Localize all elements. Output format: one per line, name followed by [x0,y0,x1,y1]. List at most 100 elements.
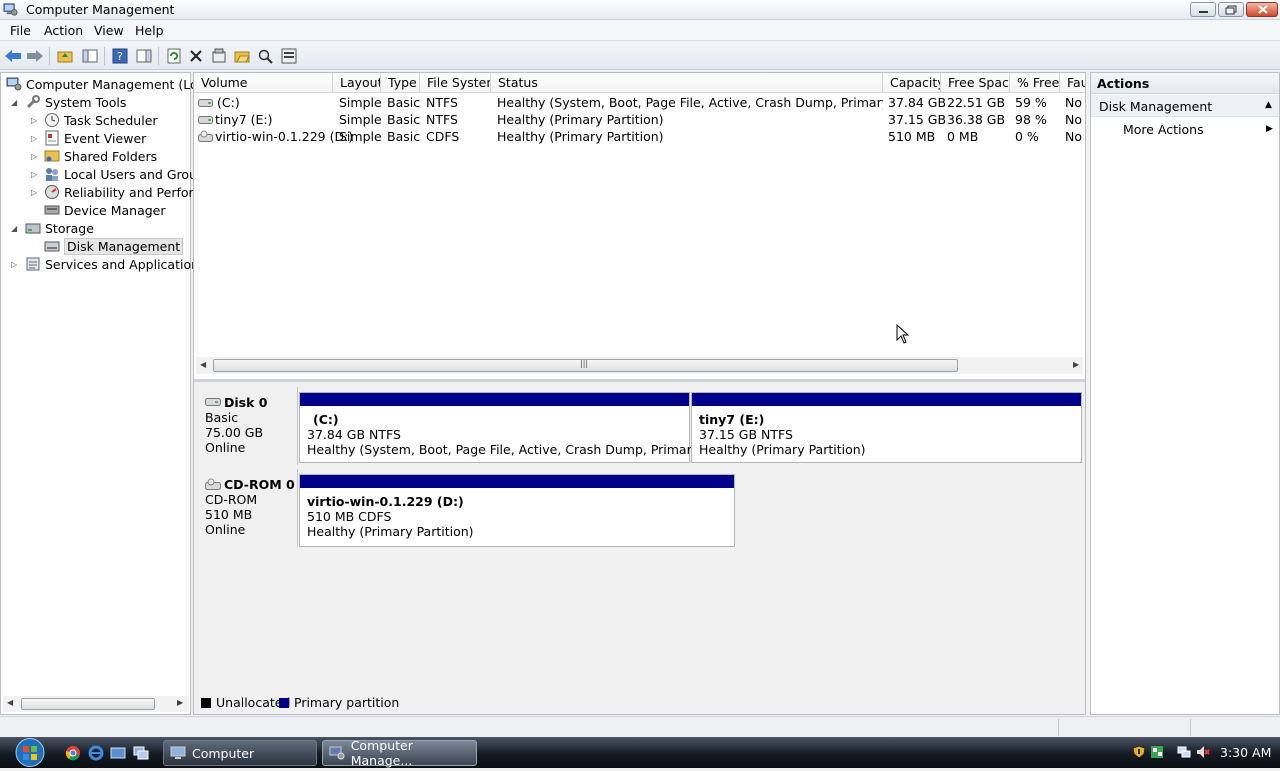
start-button[interactable] [8,737,52,768]
restore-button[interactable] [1218,2,1244,17]
scroll-left-arrow-icon[interactable]: ◀ [7,698,13,707]
scroll-right-arrow-icon[interactable]: ▶ [1073,360,1079,369]
disk-0-info[interactable]: Disk 0 Basic 75.00 GB Online [196,387,298,465]
column-header-percent-free[interactable]: % Free [1010,73,1060,93]
taskbar-button-computer-label: Computer [192,745,255,761]
taskbar-clock[interactable]: 3:30 AM [1220,745,1271,760]
partition-c[interactable]: (C:) 37.84 GB NTFS Healthy (System, Boot… [299,392,755,463]
tree-item-services-and-applications[interactable]: Services and Applications [25,255,206,273]
menu-view[interactable]: View [94,23,124,38]
security-shield-icon[interactable] [1132,745,1146,759]
computer-management-icon [3,3,18,16]
primary-partition-bar [300,475,734,488]
taskbar: Computer Computer Manage... 3:30 AM [0,737,1280,768]
partition-d-label: virtio-win-0.1.229 (D:) [307,494,464,509]
volume-muted-icon[interactable] [1196,745,1210,759]
volume-cell: tiny7 (E:) [215,112,273,127]
partition-e-status: Healthy (Primary Partition) [699,442,866,457]
tree-item-task-scheduler[interactable]: Task Scheduler [44,111,158,129]
search-button[interactable] [256,47,274,65]
services-icon [26,257,40,271]
tree-item-shared-folders[interactable]: Shared Folders [44,147,157,165]
minimize-button[interactable] [1190,2,1216,17]
collapse-system-tools-icon[interactable]: ◢ [11,98,20,107]
column-header-capacity[interactable]: Capacity [883,73,941,93]
column-header-type[interactable]: Type [381,73,420,93]
expand-shared-folders-icon[interactable]: ▷ [31,152,40,161]
more-actions-item[interactable]: More Actions ▶ [1091,120,1279,140]
tree-root-computer-management[interactable]: Computer Management (Local [6,75,216,93]
column-header-volume[interactable]: Volume [194,73,333,93]
local-users-label: Local Users and Groups [64,166,212,182]
forward-arrow-icon [27,50,43,62]
volume-list-scroll-thumb[interactable]: ||| [213,359,958,372]
collapse-up-icon[interactable]: ▲ [1265,100,1272,110]
column-header-layout[interactable]: Layout [333,73,381,93]
tree-item-disk-management[interactable]: Disk Management [44,237,184,255]
help-button[interactable]: ? [111,47,129,65]
back-arrow-icon [5,50,21,62]
table-row[interactable]: virtio-win-0.1.229 (D:) Simple Basic CDF… [194,128,1085,145]
expand-services-icon[interactable]: ▷ [11,260,20,269]
disk-properties-button[interactable] [280,47,298,65]
expand-reliability-icon[interactable]: ▷ [31,188,40,197]
taskbar-button-computer-management[interactable]: Computer Manage... [322,738,477,768]
scroll-left-arrow-icon[interactable]: ◀ [200,360,206,369]
partition-d[interactable]: virtio-win-0.1.229 (D:) 510 MB CDFS Heal… [299,474,735,547]
tree-root-label: Computer Management (Local [26,76,216,92]
column-header-file-system[interactable]: File System [420,73,491,93]
percent-free-cell: 98 % [1015,112,1047,127]
expand-event-viewer-icon[interactable]: ▷ [31,134,40,143]
tree-item-reliability-and-performance[interactable]: Reliability and Performa [44,183,213,201]
expand-local-users-icon[interactable]: ▷ [31,170,40,179]
primary-partition-bar [692,393,1081,406]
column-header-free-space[interactable]: Free Space [941,73,1010,93]
table-row[interactable]: (C:) Simple Basic NTFS Healthy (System, … [194,94,1085,111]
cdrom-0-info[interactable]: CD-ROM 0 CD-ROM 510 MB Online [196,469,298,547]
partition-c-status: Healthy (System, Boot, Page File, Active… [307,442,756,457]
close-button[interactable] [1246,2,1278,17]
show-desktop-icon[interactable] [110,745,126,761]
tree-item-event-viewer[interactable]: Event Viewer [44,129,146,147]
delete-icon [190,50,202,62]
tree-item-storage[interactable]: Storage [25,219,94,237]
chrome-icon[interactable] [65,745,81,761]
actions-section-disk-management[interactable]: Disk Management ▲ [1091,95,1279,117]
properties-button[interactable] [210,47,228,65]
tree-scroll-thumb[interactable] [21,698,155,710]
show-hide-console-tree-button[interactable] [81,47,99,65]
back-button[interactable] [4,47,22,65]
show-hide-action-pane-button[interactable] [135,47,153,65]
menu-help[interactable]: Help [135,23,164,38]
column-header-status[interactable]: Status [491,73,883,93]
refresh-button[interactable] [165,47,183,65]
taskbar-button-computer[interactable]: Computer [163,740,317,766]
scroll-right-arrow-icon[interactable]: ▶ [177,698,183,707]
internet-explorer-icon[interactable] [88,745,104,761]
forward-button[interactable] [26,47,44,65]
network-icon[interactable] [1177,745,1191,759]
collapse-storage-icon[interactable]: ◢ [11,224,20,233]
pane-splitter[interactable] [194,379,1085,382]
tree-item-device-manager[interactable]: Device Manager [44,201,166,219]
free-space-cell: 0 MB [947,129,979,144]
menu-action[interactable]: Action [44,23,83,38]
partition-e[interactable]: tiny7 (E:) 37.15 GB NTFS Healthy (Primar… [691,392,1082,463]
tree-item-system-tools[interactable]: System Tools [25,93,126,111]
volume-list-horizontal-scrollbar[interactable]: ◀ ||| ▶ [196,357,1083,374]
task-scheduler-label: Task Scheduler [64,112,158,128]
volume-list: Volume Layout Type File System Status Ca… [194,73,1085,379]
up-folder-button[interactable] [56,47,74,65]
delete-button[interactable] [187,47,205,65]
column-header-fault-tolerance[interactable]: Fau [1060,73,1085,93]
drive-icon [198,99,213,107]
open-button[interactable] [233,47,251,65]
switch-windows-icon[interactable] [133,745,149,761]
menu-file[interactable]: File [10,23,31,38]
tree-horizontal-scrollbar[interactable]: ◀ ▶ [3,696,189,712]
expand-task-scheduler-icon[interactable]: ▷ [31,116,40,125]
windows-update-icon[interactable] [1150,745,1164,759]
table-row[interactable]: tiny7 (E:) Simple Basic NTFS Healthy (Pr… [194,111,1085,128]
layout-cell: Simple [339,112,382,127]
tree-item-local-users-and-groups[interactable]: Local Users and Groups [44,165,211,183]
